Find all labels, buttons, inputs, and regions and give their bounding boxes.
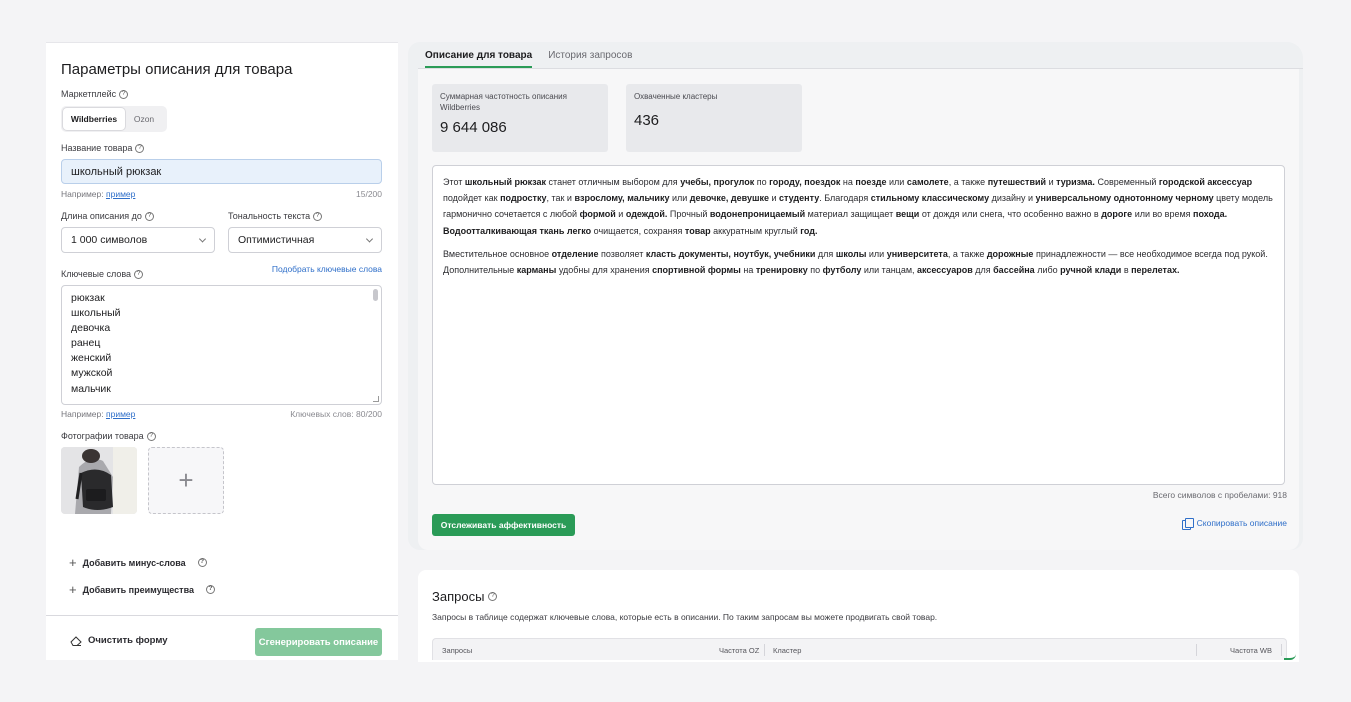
stat-label: Суммарная частотность описания Wildberri… bbox=[440, 92, 567, 112]
column-queries[interactable]: Запросы bbox=[442, 646, 472, 655]
tab-description[interactable]: Описание для товара bbox=[425, 50, 533, 68]
stat-value: 436 bbox=[634, 111, 660, 129]
copy-icon bbox=[1181, 518, 1194, 530]
column-frequency-wb[interactable]: Частота WB bbox=[1230, 646, 1272, 655]
track-effectiveness-button[interactable]: Отслеживать аффективность bbox=[432, 514, 575, 536]
eraser-icon bbox=[70, 635, 82, 646]
description-panel: Суммарная частотность описания Wildberri… bbox=[418, 69, 1299, 550]
column-separator bbox=[1196, 644, 1197, 656]
description-paragraph-2: Вместительное основное отделение позволя… bbox=[443, 248, 1268, 276]
tabs: Описание для товара История запросов bbox=[425, 50, 632, 68]
column-frequency-oz[interactable]: Частота OZ bbox=[719, 646, 759, 655]
stat-label: Охваченные кластеры bbox=[634, 92, 718, 101]
description-paragraph-1: Этот школьный рюкзак станет отличным выб… bbox=[443, 177, 1273, 236]
queries-card: Запросы ? Запросы в таблице содержат клю… bbox=[418, 570, 1299, 662]
queries-title: Запросы ? bbox=[432, 589, 498, 604]
tab-history[interactable]: История запросов bbox=[548, 50, 632, 68]
column-separator bbox=[1281, 644, 1282, 656]
clear-form-button[interactable]: Очистить форму bbox=[70, 635, 168, 646]
column-cluster[interactable]: Кластер bbox=[773, 646, 801, 655]
total-chars-counter: Всего символов с пробелами: 918 bbox=[1152, 490, 1287, 500]
column-separator bbox=[764, 644, 765, 656]
generated-description-text[interactable]: Этот школьный рюкзак станет отличным выб… bbox=[432, 165, 1285, 485]
queries-subtitle: Запросы в таблице содержат ключевые слов… bbox=[432, 612, 938, 622]
description-params-panel: Параметры описания для товара Маркетплей… bbox=[46, 42, 398, 660]
stat-value: 9 644 086 bbox=[440, 119, 507, 136]
stat-clusters: Охваченные кластеры 436 bbox=[626, 84, 802, 152]
stat-frequency: Суммарная частотность описания Wildberri… bbox=[432, 84, 608, 152]
copy-description-link[interactable]: Скопировать описание bbox=[1181, 518, 1287, 530]
question-icon[interactable]: ? bbox=[488, 592, 498, 601]
generate-description-button[interactable]: Сгенерировать описание bbox=[255, 628, 382, 656]
queries-table-header: Запросы Частота OZ Кластер Частота WB bbox=[432, 638, 1287, 660]
description-card: Описание для товара История запросов Сум… bbox=[408, 42, 1303, 550]
